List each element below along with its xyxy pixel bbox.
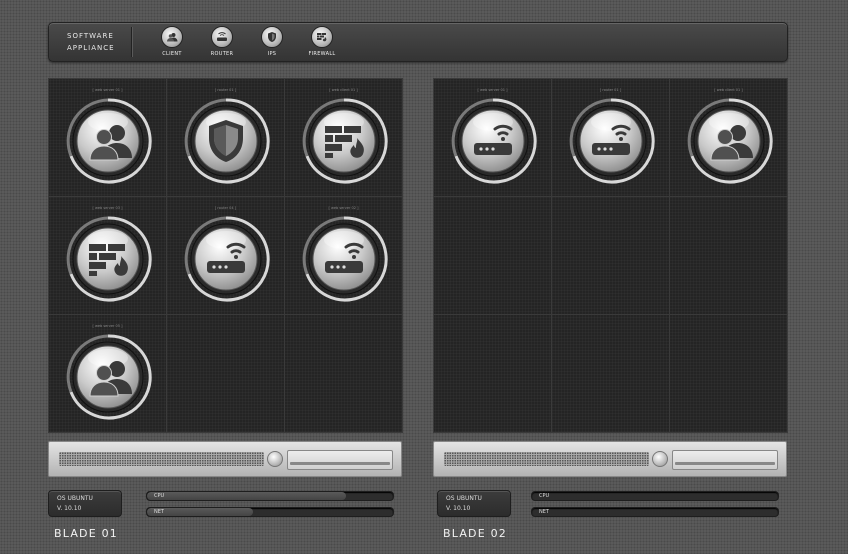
firewall-tool-label: FIREWALL	[308, 51, 336, 57]
router-tool-button[interactable]: ROUTER	[202, 26, 242, 57]
os-version: V. 10.10	[57, 505, 82, 512]
client-node-icon[interactable]	[63, 332, 153, 422]
client-tool-button[interactable]: CLIENT	[152, 26, 192, 57]
node-slot[interactable]: [ web server 02 ]	[285, 197, 402, 314]
node-label: [ web server 01 ]	[477, 88, 508, 92]
shield-icon	[261, 26, 283, 48]
blade-02-node-grid: [ web server 01 ] [ router 01 ] [ web clie…	[433, 78, 788, 433]
rack-vent	[59, 452, 264, 466]
cpu-meter-fill	[147, 492, 347, 500]
node-slot[interactable]	[670, 197, 787, 314]
router-node-icon[interactable]	[299, 214, 389, 304]
node-slot[interactable]: [ router 01 ]	[552, 79, 669, 196]
node-slot[interactable]: [ router 04 ]	[167, 197, 284, 314]
rack-drive-slot	[672, 450, 778, 470]
rack-power-knob[interactable]	[652, 451, 668, 467]
blade-01-cpu-meter: CPU	[146, 491, 394, 501]
ips-tool-label: IPS	[267, 51, 277, 57]
node-slot[interactable]: [ web client 01 ]	[670, 79, 787, 196]
ips-node-icon[interactable]	[181, 96, 271, 186]
client-tool-label: CLIENT	[162, 51, 182, 57]
firewall-node-icon[interactable]	[299, 96, 389, 186]
rack-drive-slot	[287, 450, 393, 470]
blade-01-rack-unit	[48, 441, 402, 477]
rack-power-knob[interactable]	[267, 451, 283, 467]
blade-01-os-info: OS UBUNTU V. 10.10	[48, 490, 122, 517]
blade-01-title: BLADE 01	[54, 527, 118, 540]
top-toolbar: SOFTWARE APPLIANCE CLIENT ROUTER IPS FIR…	[48, 22, 788, 62]
cpu-meter-label: CPU	[539, 493, 550, 499]
router-tool-label: ROUTER	[210, 51, 234, 57]
firewall-node-icon[interactable]	[63, 214, 153, 304]
brand-line-1: SOFTWARE	[67, 32, 114, 40]
node-slot[interactable]	[285, 315, 402, 432]
client-icon	[161, 26, 183, 48]
app-brand: SOFTWARE APPLIANCE	[67, 30, 151, 54]
node-slot[interactable]	[167, 315, 284, 432]
os-name: OS UBUNTU	[446, 495, 482, 502]
net-meter-label: NET	[539, 509, 549, 515]
cpu-meter-label: CPU	[154, 493, 165, 499]
node-slot[interactable]: [ web server 01 ]	[49, 79, 166, 196]
router-icon	[211, 26, 233, 48]
toolbar-divider	[131, 27, 132, 57]
rack-vent	[444, 452, 649, 466]
client-node-icon[interactable]	[63, 96, 153, 186]
node-slot[interactable]: [ web server 05 ]	[49, 315, 166, 432]
blade-02-rack-unit	[433, 441, 787, 477]
firewall-icon	[311, 26, 333, 48]
blade-01-node-grid: [ web server 01 ] [ router 01 ] [ web clie…	[48, 78, 403, 433]
node-label: [ router 04 ]	[214, 206, 237, 210]
router-node-icon[interactable]	[566, 96, 656, 186]
client-node-icon[interactable]	[684, 96, 774, 186]
blade-01-net-meter: NET	[146, 507, 394, 517]
node-slot[interactable]: [ router 01 ]	[167, 79, 284, 196]
ips-tool-button[interactable]: IPS	[252, 26, 292, 57]
blade-02-title: BLADE 02	[443, 527, 507, 540]
node-label: [ router 01 ]	[214, 88, 237, 92]
node-slot[interactable]: [ web server 03 ]	[49, 197, 166, 314]
node-label: [ router 01 ]	[599, 88, 622, 92]
router-node-icon[interactable]	[181, 214, 271, 304]
node-slot[interactable]: [ web client 01 ]	[285, 79, 402, 196]
node-slot[interactable]	[670, 315, 787, 432]
node-slot[interactable]	[434, 197, 551, 314]
node-slot[interactable]: [ web server 01 ]	[434, 79, 551, 196]
node-label: [ web client 01 ]	[329, 88, 358, 92]
node-label: [ web client 01 ]	[714, 88, 743, 92]
node-slot[interactable]	[552, 315, 669, 432]
firewall-tool-button[interactable]: FIREWALL	[302, 26, 342, 57]
os-version: V. 10.10	[446, 505, 471, 512]
node-label: [ web server 03 ]	[92, 206, 123, 210]
node-slot[interactable]	[434, 315, 551, 432]
router-node-icon[interactable]	[448, 96, 538, 186]
node-label: [ web server 01 ]	[92, 88, 123, 92]
brand-line-2: APPLIANCE	[67, 44, 115, 52]
blade-02-net-meter: NET	[531, 507, 779, 517]
blade-02-os-info: OS UBUNTU V. 10.10	[437, 490, 511, 517]
os-name: OS UBUNTU	[57, 495, 93, 502]
blade-02-cpu-meter: CPU	[531, 491, 779, 501]
node-slot[interactable]	[552, 197, 669, 314]
node-label: [ web server 02 ]	[328, 206, 359, 210]
net-meter-label: NET	[154, 509, 164, 515]
node-label: [ web server 05 ]	[92, 324, 123, 328]
